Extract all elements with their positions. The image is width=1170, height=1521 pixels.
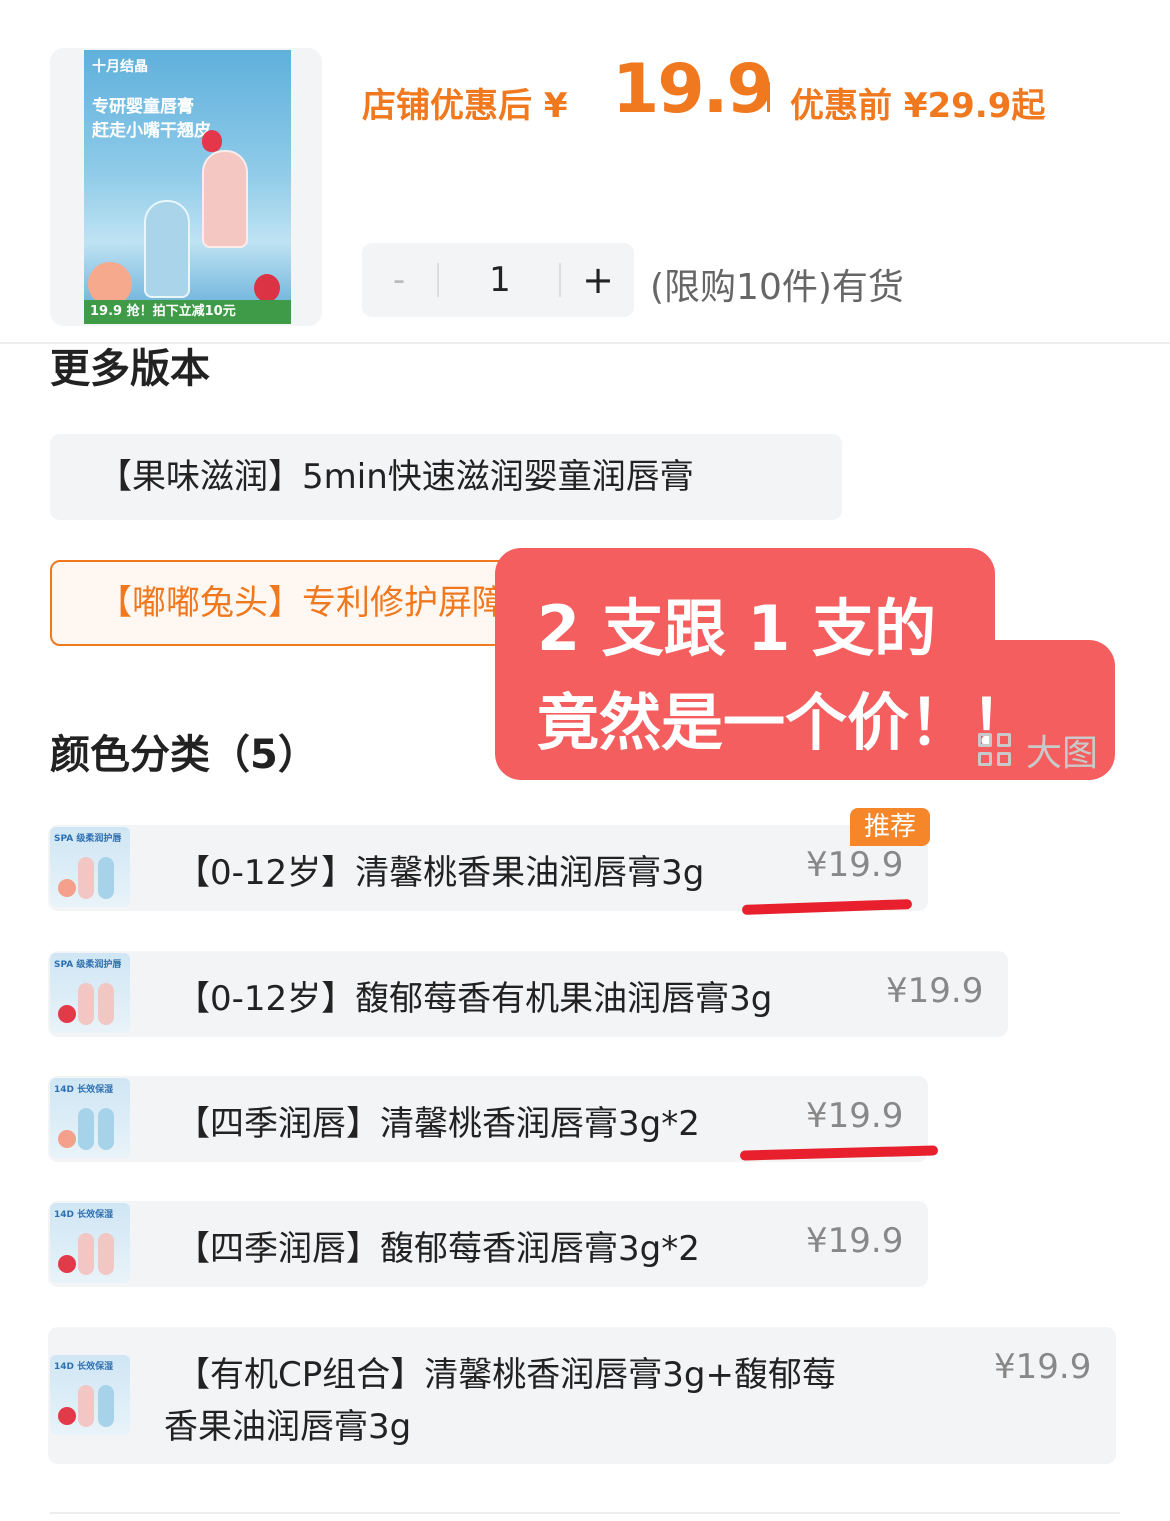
option-thumbnail-text: 14D 长效保湿	[54, 1362, 114, 1372]
versions-title: 更多版本	[50, 346, 210, 392]
option-thumbnail-text: SPA 级柔润护唇	[54, 960, 122, 970]
recommend-badge: 推荐	[850, 808, 930, 846]
price-after-value: 19.9	[612, 50, 774, 129]
option-label-line-2: 香果油润唇膏3g	[164, 1407, 412, 1447]
option-price: ¥19.9	[806, 1096, 904, 1136]
option-price: ¥19.9	[886, 971, 984, 1011]
option-price: ¥19.9	[806, 845, 904, 885]
option-label: 【四季润唇】馥郁莓香润唇膏3g*2	[176, 1229, 700, 1269]
thumbnail-headline: 专研婴童唇膏	[92, 97, 194, 117]
option-label: 【四季润唇】清馨桃香润唇膏3g*2	[176, 1104, 700, 1144]
color-option-5[interactable]: 14D 长效保湿 【有机CP组合】清馨桃香润唇膏3g+馥郁莓 香果油润唇膏3g …	[48, 1327, 1116, 1464]
color-option-2[interactable]: SPA 级柔润护唇 【0-12岁】馥郁莓香有机果油润唇膏3g ¥19.9	[48, 951, 1008, 1037]
blue-lipbalm-graphic	[144, 200, 190, 298]
stepper-divider	[437, 263, 439, 297]
option-label: 【0-12岁】清馨桃香果油润唇膏3g	[176, 853, 705, 893]
option-label: 【0-12岁】馥郁莓香有机果油润唇膏3g	[176, 979, 773, 1019]
option-thumbnail: 14D 长效保湿	[50, 1355, 130, 1435]
option-price: ¥19.9	[994, 1347, 1092, 1387]
quantity-input[interactable]: 1	[440, 243, 560, 317]
version-option-fruit[interactable]: 【果味滋润】5min快速滋润婴童润唇膏	[50, 434, 842, 520]
stock-status: (限购10件)有货	[650, 267, 904, 308]
product-header: 十月结晶 专研婴童唇膏 赶走小嘴干翘皮 19.9 抢！拍下立减10元 店铺优惠后…	[0, 0, 1170, 344]
option-price: ¥19.9	[806, 1221, 904, 1261]
price-divider	[767, 82, 770, 112]
option-thumbnail-text: 14D 长效保湿	[54, 1085, 114, 1095]
divider	[50, 1512, 1120, 1514]
color-option-1[interactable]: SPA 级柔润护唇 【0-12岁】清馨桃香果油润唇膏3g ¥19.9	[48, 825, 928, 911]
option-thumbnail: SPA 级柔润护唇	[50, 953, 130, 1033]
quantity-increase-button[interactable]: +	[562, 243, 634, 317]
thumbnail-promo-banner: 19.9 抢！拍下立减10元	[84, 300, 291, 324]
quantity-decrease-button[interactable]: -	[362, 243, 436, 317]
colors-title: 颜色分类（5）	[50, 732, 318, 778]
option-thumbnail: 14D 长效保湿	[50, 1078, 130, 1158]
strawberry-graphic	[202, 130, 222, 152]
option-thumbnail-text: SPA 级柔润护唇	[54, 834, 122, 844]
color-option-4[interactable]: 14D 长效保湿 【四季润唇】馥郁莓香润唇膏3g*2 ¥19.9	[48, 1201, 928, 1287]
option-label-line-1: 【有机CP组合】清馨桃香润唇膏3g+馥郁莓	[176, 1355, 836, 1395]
pink-lipbalm-graphic	[202, 150, 248, 248]
overlay-line-2: 竟然是一个价！！	[537, 686, 1034, 759]
option-thumbnail-text: 14D 长效保湿	[54, 1210, 114, 1220]
raspberry-graphic	[254, 274, 280, 302]
big-image-toggle[interactable]: 大图	[978, 724, 1098, 776]
product-thumbnail[interactable]: 十月结晶 专研婴童唇膏 赶走小嘴干翘皮 19.9 抢！拍下立减10元	[84, 50, 291, 324]
option-thumbnail: SPA 级柔润护唇	[50, 827, 130, 907]
big-image-label: 大图	[1026, 733, 1099, 774]
grid-icon	[978, 733, 1014, 769]
price-before: 优惠前 ¥29.9起	[790, 86, 1046, 126]
quantity-stepper: - 1 +	[362, 243, 634, 317]
overlay-line-1: 2 支跟 1 支的	[537, 592, 937, 665]
stepper-divider	[559, 263, 561, 297]
price-after-label: 店铺优惠后 ¥	[362, 86, 568, 126]
thumbnail-subheadline: 赶走小嘴干翘皮	[92, 121, 211, 141]
thumbnail-brand: 十月结晶	[92, 59, 148, 75]
option-thumbnail: 14D 长效保湿	[50, 1203, 130, 1283]
